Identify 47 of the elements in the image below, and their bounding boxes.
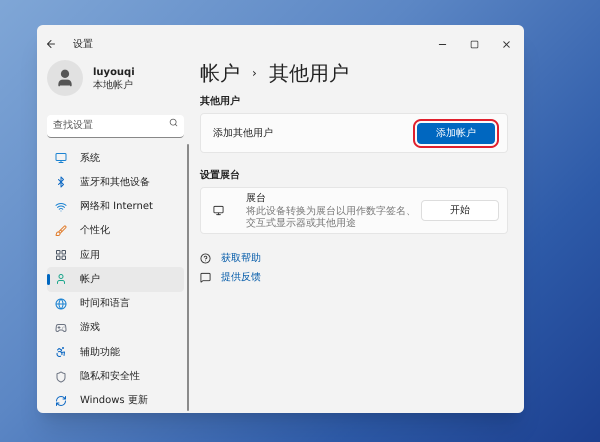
sidebar-item[interactable]: 网络和 Internet (47, 194, 184, 219)
sidebar-item[interactable]: 个性化 (47, 218, 184, 244)
brush-icon (55, 224, 67, 237)
shield-icon (55, 370, 67, 383)
account-type: 本地帐户 (93, 80, 134, 92)
sidebar-item[interactable]: 帐户 (47, 267, 184, 292)
feedback-icon (200, 272, 211, 283)
sidebar-item[interactable]: 系统 (47, 146, 184, 170)
help-icon (200, 253, 211, 264)
maximize-icon[interactable] (470, 40, 479, 48)
app-grid-icon (55, 249, 67, 262)
globe-icon (55, 298, 67, 310)
help-link[interactable]: 提供反馈 (221, 270, 261, 285)
window-title: 设置 (73, 38, 93, 52)
user-name: luyouqi (93, 66, 135, 80)
card-title: 添加其他用户 (213, 126, 274, 140)
monitor-icon (55, 152, 67, 164)
refresh-icon (55, 394, 67, 407)
back-icon[interactable] (45, 38, 57, 50)
avatar-icon (47, 60, 83, 96)
search-icon (169, 118, 178, 127)
scrollbar[interactable] (187, 144, 189, 411)
person-icon (55, 273, 67, 286)
sidebar-item[interactable]: 游戏 (47, 316, 184, 340)
sidebar-item[interactable]: 隐私和安全性 (47, 364, 184, 389)
sidebar-item[interactable]: Windows 更新 (47, 388, 184, 413)
close-icon[interactable] (501, 38, 512, 50)
section-heading: 设置展台 (200, 168, 241, 183)
card-description: 将此设备转换为展台以用作数字签名、交互式显示器或其他用途 (246, 206, 417, 230)
search-field[interactable]: 查找设置 (47, 114, 184, 138)
sidebar-item[interactable]: 蓝牙和其他设备 (47, 170, 184, 195)
sidebar-item[interactable]: 应用 (47, 243, 184, 268)
card-title: 展台 (246, 192, 267, 206)
section-heading: 其他用户 (200, 94, 241, 109)
breadcrumb-parent[interactable]: 帐户 (200, 58, 240, 88)
page-title: 其他用户 (268, 60, 349, 87)
sidebar-item[interactable]: 时间和语言 (47, 292, 184, 316)
sidebar-item[interactable]: 辅助功能 (47, 340, 184, 364)
monitor-stand-icon (213, 205, 224, 216)
breadcrumb-separator: › (252, 65, 257, 82)
primary-button[interactable]: 添加帐户 (417, 122, 495, 144)
secondary-button[interactable]: 开始 (421, 200, 499, 221)
bluetooth-icon (55, 176, 67, 188)
selection-indicator (47, 274, 50, 286)
accessibility-icon (55, 346, 67, 358)
help-link[interactable]: 获取帮助 (221, 251, 261, 266)
gamepad-icon (55, 322, 67, 334)
